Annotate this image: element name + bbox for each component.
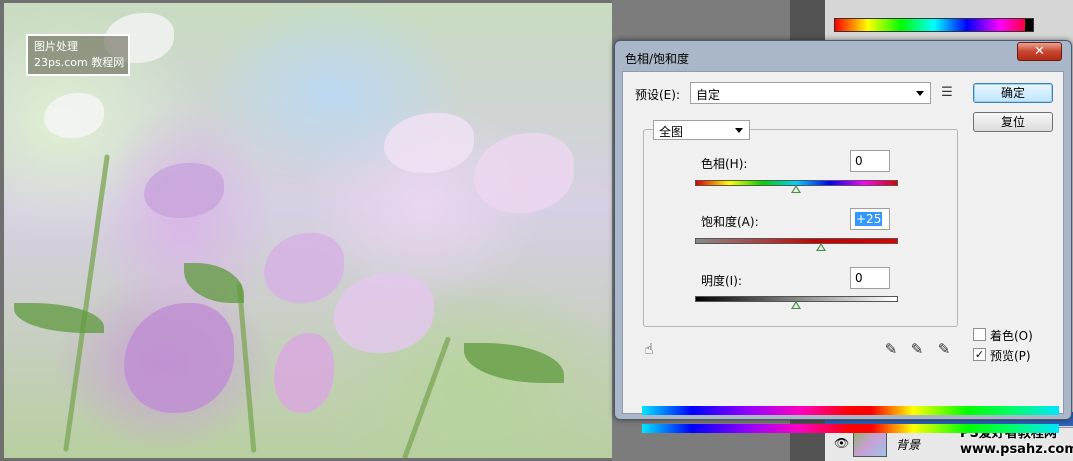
leaf	[14, 303, 104, 333]
flower-petal	[274, 333, 334, 413]
flower-petal	[384, 113, 474, 173]
flower-stem	[236, 283, 257, 453]
hand-target-icon[interactable]: ☝	[640, 340, 658, 358]
flower-petal	[334, 273, 434, 353]
flower-stem	[63, 154, 110, 452]
menu-list-icon[interactable]: ☰	[938, 84, 956, 102]
preset-select[interactable]: 自定	[690, 82, 931, 104]
eyedropper-icon[interactable]: ✎	[882, 340, 900, 358]
saturation-slider-track[interactable]	[695, 238, 898, 244]
layer-thumbnail[interactable]	[853, 430, 887, 457]
flower-petal	[44, 93, 104, 138]
hue-input[interactable]: 0	[850, 150, 890, 172]
watermark-line2: 23ps.com	[34, 56, 88, 69]
output-color-bar	[642, 424, 1059, 433]
preset-value: 自定	[696, 88, 721, 102]
hue-slider-thumb[interactable]	[791, 185, 801, 193]
saturation-slider-thumb[interactable]	[816, 243, 826, 251]
layer-name[interactable]: 背景	[896, 436, 920, 453]
input-color-bar	[642, 406, 1059, 415]
dialog-title-bar[interactable]: 色相/饱和度 ✕	[615, 41, 1071, 73]
close-button[interactable]: ✕	[1017, 42, 1062, 61]
channel-select[interactable]: 全图	[653, 120, 750, 140]
watermark-line3: 教程网	[91, 56, 125, 69]
preset-label: 预设(E):	[635, 88, 680, 102]
eyedropper-plus-icon[interactable]: ✎	[908, 340, 926, 358]
colorize-checkbox[interactable]	[973, 328, 986, 341]
dialog-body: 预设(E): 自定 ☰ 确定 复位 全图 色相(H): 0 饱和度(A): +2…	[622, 71, 1064, 433]
flower-stem	[401, 336, 452, 458]
preview-checkbox[interactable]: ✓	[973, 348, 986, 361]
site-watermark: 图片处理 23ps.com 教程网	[26, 34, 130, 76]
lightness-input[interactable]: 0	[850, 267, 890, 289]
watermark-line1: 图片处理	[34, 40, 78, 53]
chevron-down-icon	[735, 128, 743, 133]
leaf	[184, 263, 244, 303]
channel-value: 全图	[659, 125, 684, 139]
reset-button[interactable]: 复位	[973, 112, 1053, 132]
flower-petal	[474, 133, 574, 213]
ok-button[interactable]: 确定	[973, 83, 1053, 103]
preview-label[interactable]: 预览(P)	[990, 347, 1031, 364]
color-ramp[interactable]	[834, 18, 1034, 32]
saturation-label: 饱和度(A):	[701, 215, 759, 229]
lightness-label: 明度(I):	[701, 274, 742, 288]
eyedropper-minus-icon[interactable]: ✎	[935, 340, 953, 358]
dialog-title: 色相/饱和度	[625, 52, 690, 66]
leaf	[464, 343, 564, 383]
image-canvas[interactable]: 图片处理 23ps.com 教程网	[4, 3, 612, 458]
chevron-down-icon	[916, 91, 924, 96]
saturation-value: +25	[855, 212, 883, 226]
flower-petal	[124, 303, 234, 413]
flower-petal	[264, 233, 344, 303]
flower-petal	[144, 163, 224, 218]
footer-watermark-line2: www.psahz.com	[960, 442, 1073, 457]
hue-saturation-dialog: 色相/饱和度 ✕ 预设(E): 自定 ☰ 确定 复位 全图 色相(H): 0 饱…	[614, 40, 1072, 433]
colorize-label[interactable]: 着色(O)	[990, 327, 1033, 344]
hue-label: 色相(H):	[701, 157, 748, 171]
lightness-slider-thumb[interactable]	[791, 301, 801, 309]
saturation-input[interactable]: +25	[850, 208, 890, 230]
eye-icon[interactable]: 👁	[834, 436, 849, 450]
